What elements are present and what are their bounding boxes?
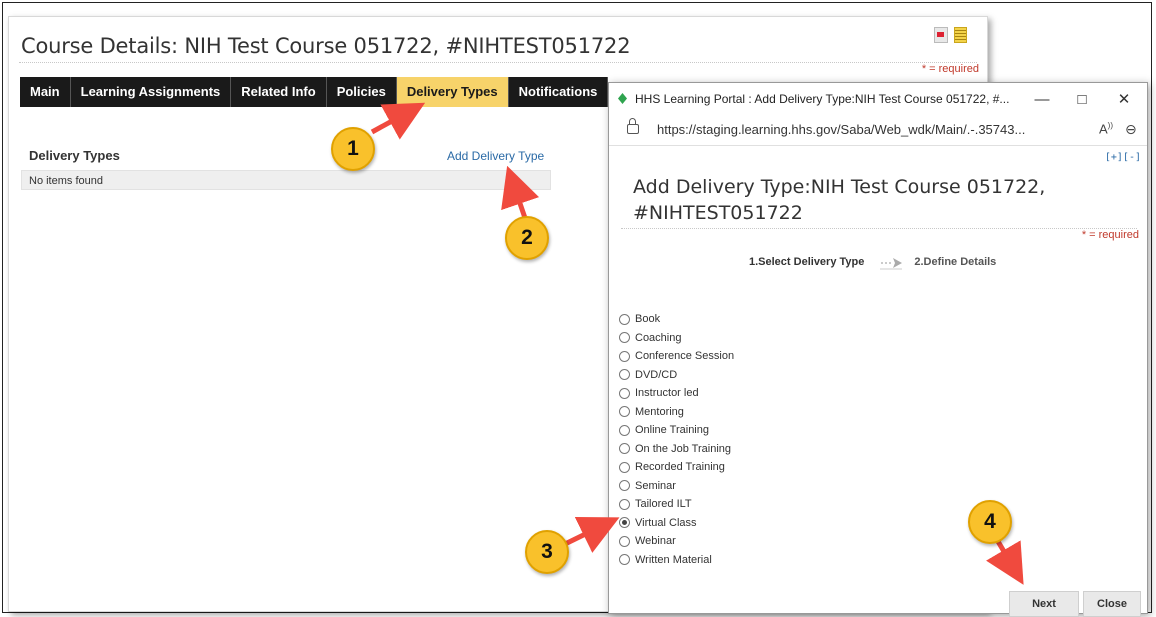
title-divider: [19, 62, 977, 63]
option-conference-session[interactable]: Conference Session: [619, 347, 734, 366]
option-tailored-ilt[interactable]: Tailored ILT: [619, 495, 734, 514]
page-title: Course Details: NIH Test Course 051722, …: [21, 34, 631, 58]
lock-icon[interactable]: [627, 118, 639, 134]
radio-button[interactable]: [619, 406, 630, 418]
add-delivery-type-link[interactable]: Add Delivery Type: [447, 149, 544, 163]
option-coaching[interactable]: Coaching: [619, 329, 734, 348]
add-delivery-type-window: HHS Learning Portal : Add Delivery Type:…: [608, 82, 1148, 617]
next-button[interactable]: Next: [1009, 591, 1079, 617]
option-book[interactable]: Book: [619, 310, 734, 329]
read-aloud-icon[interactable]: A)): [1099, 121, 1113, 136]
minimize-icon[interactable]: —: [1027, 87, 1057, 111]
option-mentoring[interactable]: Mentoring: [619, 403, 734, 422]
step-arrow-icon: [880, 256, 904, 270]
app-icon: [618, 93, 627, 104]
option-written-material[interactable]: Written Material: [619, 551, 734, 570]
option-dvd-cd[interactable]: DVD/CD: [619, 366, 734, 385]
tab-notifications[interactable]: Notifications: [508, 77, 609, 107]
radio-button[interactable]: [619, 554, 630, 566]
radio-button[interactable]: [619, 443, 630, 455]
radio-button[interactable]: [619, 424, 630, 436]
dialog-divider: [621, 228, 1137, 229]
close-button[interactable]: Close: [1083, 591, 1141, 617]
url-text[interactable]: https://staging.learning.hhs.gov/Saba/We…: [657, 122, 1025, 137]
dialog-body: [+][-] Add Delivery Type:NIH Test Course…: [609, 146, 1147, 617]
radio-button[interactable]: [619, 387, 630, 399]
tab-main[interactable]: Main: [20, 77, 71, 107]
wizard-steps: 1.Select Delivery Type 2.Define Details: [749, 256, 997, 270]
option-instructor-led[interactable]: Instructor led: [619, 384, 734, 403]
option-virtual-class[interactable]: Virtual Class: [619, 514, 734, 533]
radio-button[interactable]: [619, 480, 630, 492]
radio-button[interactable]: [619, 535, 630, 547]
callout-2: 2: [505, 216, 549, 260]
notes-icon[interactable]: [954, 27, 967, 43]
option-online-training[interactable]: Online Training: [619, 421, 734, 440]
radio-button[interactable]: [619, 498, 630, 510]
tab-related-info[interactable]: Related Info: [231, 77, 327, 107]
address-bar[interactable]: https://staging.learning.hhs.gov/Saba/We…: [609, 115, 1147, 146]
page-action-icons: [934, 27, 967, 43]
callout-3: 3: [525, 530, 569, 574]
radio-button[interactable]: [619, 461, 630, 473]
tab-learning-assignments[interactable]: Learning Assignments: [70, 77, 232, 107]
maximize-icon[interactable]: □: [1067, 87, 1097, 111]
expand-collapse-control[interactable]: [+][-]: [1105, 152, 1141, 163]
window-titlebar[interactable]: HHS Learning Portal : Add Delivery Type:…: [609, 83, 1147, 115]
delivery-type-options: Book Coaching Conference Session DVD/CD …: [619, 310, 734, 569]
option-on-the-job-training[interactable]: On the Job Training: [619, 440, 734, 459]
required-note: * = required: [921, 63, 979, 75]
tab-policies[interactable]: Policies: [326, 77, 397, 107]
empty-list-row: No items found: [21, 170, 551, 190]
delivery-types-header: Delivery Types: [29, 148, 120, 163]
radio-button[interactable]: [619, 332, 630, 344]
radio-button[interactable]: [619, 369, 630, 381]
radio-button[interactable]: [619, 350, 630, 362]
window-title: HHS Learning Portal : Add Delivery Type:…: [635, 92, 1010, 106]
tab-delivery-types[interactable]: Delivery Types: [396, 77, 509, 107]
step-1-label: 1.Select Delivery Type: [749, 256, 865, 268]
tab-bar: Main Learning Assignments Related Info P…: [20, 77, 609, 107]
step-2-label: 2.Define Details: [914, 256, 997, 268]
callout-1: 1: [331, 127, 375, 171]
option-webinar[interactable]: Webinar: [619, 532, 734, 551]
radio-button-selected[interactable]: [619, 517, 630, 529]
callout-4: 4: [968, 500, 1012, 544]
option-recorded-training[interactable]: Recorded Training: [619, 458, 734, 477]
zoom-icon[interactable]: ⊖: [1125, 121, 1137, 138]
close-icon[interactable]: ✕: [1109, 87, 1139, 111]
dialog-title: Add Delivery Type:NIH Test Course 051722…: [633, 176, 1046, 224]
pdf-icon[interactable]: [934, 27, 948, 43]
dialog-required-note: * = required: [1081, 229, 1139, 241]
radio-button[interactable]: [619, 313, 630, 325]
option-seminar[interactable]: Seminar: [619, 477, 734, 496]
